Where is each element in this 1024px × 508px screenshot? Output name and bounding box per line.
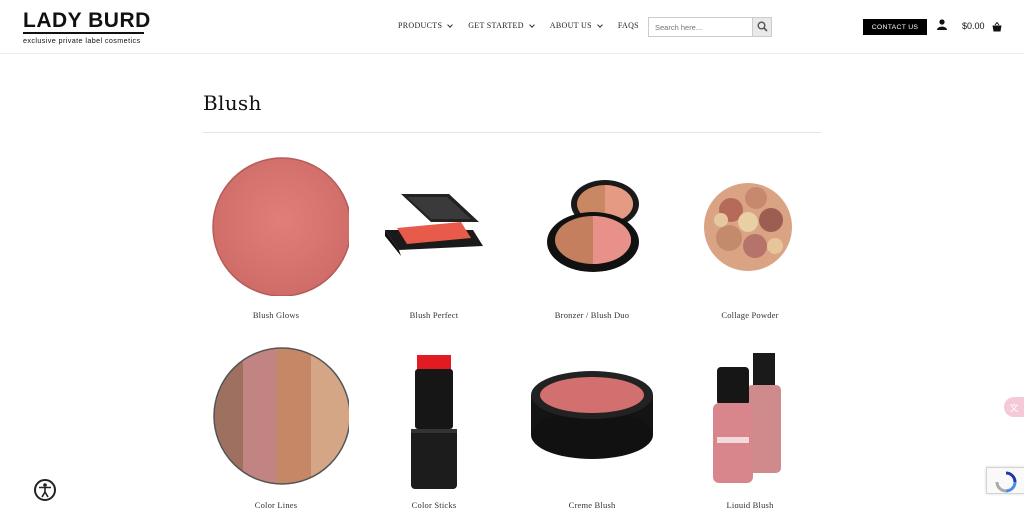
collage-powder-image <box>704 183 792 271</box>
accessibility-button[interactable] <box>34 479 56 501</box>
product-name: Collage Powder <box>721 310 779 320</box>
product-name: Creme Blush <box>568 500 616 508</box>
chevron-down-icon <box>447 21 454 28</box>
page-title: Blush <box>203 91 262 115</box>
translate-icon: 文 <box>1009 403 1019 414</box>
translate-tab[interactable]: 文 <box>1004 397 1024 417</box>
nav-item-label: FAQS <box>617 21 639 30</box>
recaptcha-badge[interactable] <box>986 467 1024 494</box>
main-nav: PRODUCTS GET STARTED ABOUT US FAQS <box>398 21 639 30</box>
site-header: LADY BURD exclusive private label cosmet… <box>0 0 1024 54</box>
nav-item-about-us[interactable]: ABOUT US <box>549 21 603 30</box>
cart-total[interactable]: $0.00 <box>962 21 985 31</box>
blush-perfect-image <box>385 194 483 256</box>
product-name: Liquid Blush <box>726 500 774 508</box>
logo-underline <box>23 32 144 34</box>
product-card-liquid-blush[interactable] <box>671 345 829 508</box>
product-card-bronzer-blush-duo[interactable]: Bronzer / Blush Duo <box>513 150 671 325</box>
search-icon <box>757 21 768 32</box>
color-lines-image <box>213 347 349 485</box>
recaptcha-icon <box>995 471 1017 493</box>
blush-glows-image <box>212 157 349 296</box>
product-card-blush-perfect[interactable]: Blush Perfect <box>355 150 513 325</box>
product-name: Blush Perfect <box>409 310 459 320</box>
bronzer-blush-duo-image <box>547 180 639 272</box>
creme-blush-image <box>531 371 653 459</box>
product-card-creme-blush[interactable] <box>513 345 671 508</box>
user-account-icon[interactable] <box>937 19 947 30</box>
nav-item-products[interactable]: PRODUCTS <box>398 21 454 30</box>
nav-item-label: ABOUT US <box>549 21 592 30</box>
product-card-color-lines[interactable] <box>197 345 355 508</box>
nav-item-label: GET STARTED <box>468 21 524 30</box>
accessibility-icon <box>39 483 51 498</box>
product-card-blush-glows[interactable]: Blush Glows <box>197 150 355 325</box>
search-button[interactable] <box>752 18 771 36</box>
product-card-color-sticks[interactable] <box>355 345 513 508</box>
title-divider <box>203 132 821 133</box>
contact-us-button[interactable]: CONTACT US <box>863 19 927 35</box>
chevron-down-icon <box>528 21 535 28</box>
logo-wordmark: LADY BURD <box>23 9 151 32</box>
product-name: Blush Glows <box>252 310 300 320</box>
search-box <box>648 17 772 37</box>
nav-item-label: PRODUCTS <box>398 21 443 30</box>
product-name: Bronzer / Blush Duo <box>554 310 630 320</box>
nav-item-get-started[interactable]: GET STARTED <box>468 21 535 30</box>
search-input[interactable] <box>649 18 753 36</box>
site-logo[interactable]: LADY BURD exclusive private label cosmet… <box>23 9 151 45</box>
nav-item-faqs[interactable]: FAQS <box>618 21 639 30</box>
color-sticks-image <box>411 355 457 489</box>
chevron-down-icon <box>597 21 603 28</box>
liquid-blush-image <box>713 353 781 483</box>
product-name: Color Lines <box>254 500 298 508</box>
logo-tagline: exclusive private label cosmetics <box>23 36 141 45</box>
product-card-collage-powder[interactable]: Collage Powder <box>671 150 829 325</box>
shopping-basket-icon[interactable] <box>992 22 1002 32</box>
product-name: Color Sticks <box>411 500 457 508</box>
